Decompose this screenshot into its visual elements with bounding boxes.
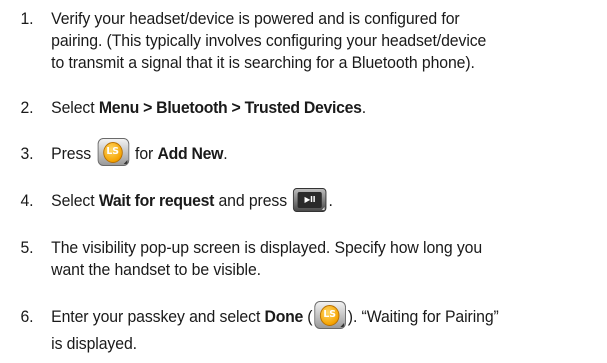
- step-line: to transmit a signal that it is searchin…: [51, 53, 475, 72]
- step-number: 2.: [20, 98, 34, 117]
- step-line: pairing. (This typically involves config…: [51, 31, 487, 50]
- step-text-mid: (: [302, 307, 313, 326]
- option-wait-for-request: Wait for request: [98, 191, 215, 210]
- step-number: 1.: [20, 9, 34, 28]
- play-pause-label: ▶II: [297, 191, 323, 208]
- softkey-label: LS: [106, 145, 119, 157]
- step-text: Press LS for Add New.: [51, 137, 607, 166]
- step-text: Select Wait for request and press ▶II.: [51, 187, 607, 212]
- step-number: 3.: [20, 144, 34, 163]
- step-text-pre: Enter your passkey and select: [51, 307, 265, 326]
- step-number: 4.: [20, 191, 34, 210]
- step-text-post: .: [223, 144, 228, 163]
- step-text-pre: Press: [51, 144, 96, 163]
- step-text-mid: for: [130, 144, 158, 163]
- softkey-label: LS: [323, 308, 336, 320]
- step-text: Select Menu > Bluetooth > Trusted Device…: [51, 97, 607, 119]
- step-text-mid: and press: [214, 191, 292, 210]
- step-line: want the handset to be visible.: [51, 260, 261, 279]
- step-text: Enter your passkey and select Done ( LS).…: [51, 300, 607, 355]
- step-text-post: ). “Waiting for Pairing”: [347, 307, 499, 326]
- step-text: Verify your headset/device is powered an…: [51, 8, 607, 74]
- step-number: 6.: [20, 307, 34, 326]
- step-line: Enter your passkey and select Done ( LS).…: [51, 300, 607, 329]
- option-add-new: Add New: [157, 144, 224, 163]
- left-softkey-icon: LS: [314, 300, 346, 329]
- step-text-pre: Select: [51, 98, 99, 117]
- step-line: is displayed.: [51, 333, 137, 353]
- play-pause-key-icon: ▶II: [293, 187, 327, 212]
- step-line: The visibility pop-up screen is displaye…: [51, 238, 483, 257]
- step-text-post: .: [328, 191, 333, 210]
- menu-path: Menu > Bluetooth > Trusted Devices: [98, 98, 362, 117]
- step-text: The visibility pop-up screen is displaye…: [51, 237, 607, 281]
- option-done: Done: [264, 307, 304, 326]
- step-text-pre: Select: [51, 191, 99, 210]
- step-line: Verify your headset/device is powered an…: [51, 9, 460, 28]
- left-softkey-icon: LS: [97, 137, 129, 166]
- step-text-post: .: [361, 98, 367, 117]
- step-number: 5.: [20, 238, 34, 257]
- instruction-steps: 1. Verify your headset/device is powered…: [0, 0, 607, 363]
